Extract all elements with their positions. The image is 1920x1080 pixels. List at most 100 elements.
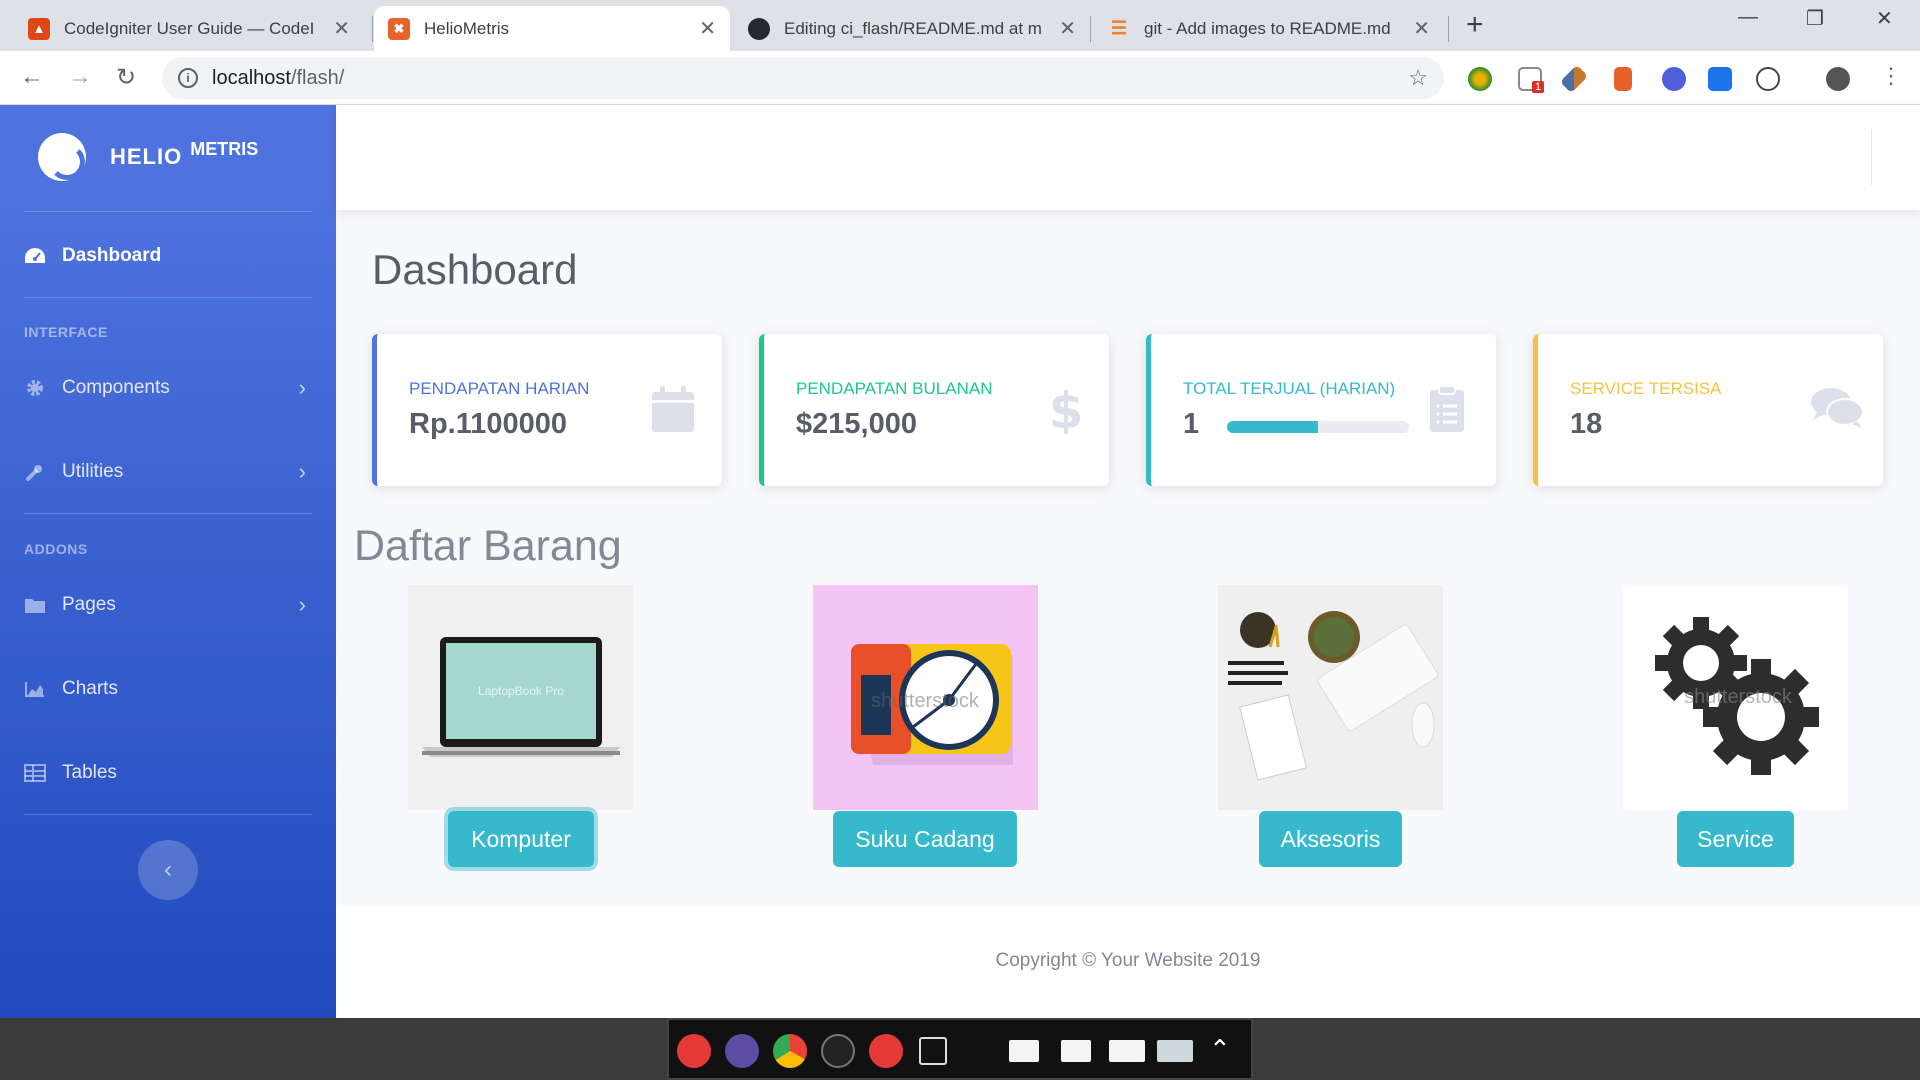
tab-title: git - Add images to README.md <box>1144 18 1391 38</box>
sidebar-divider <box>24 814 312 815</box>
tab-separator <box>1090 16 1091 42</box>
product-image-service: shutterstock <box>1623 585 1848 810</box>
stat-card-service-remaining: SERVICE TERSISA 18 <box>1533 334 1883 486</box>
brand-link[interactable]: HELIO METRIS <box>38 133 258 181</box>
sidebar-item-dashboard[interactable]: Dashboard <box>24 245 312 267</box>
back-arrow-icon[interactable]: ← <box>20 63 44 91</box>
sidebar-item-label: Dashboard <box>62 245 162 266</box>
browser-tab-strip: ▲ CodeIgniter User Guide — CodeI ✕ ✖ Hel… <box>0 0 1920 51</box>
tachometer-icon <box>24 246 46 266</box>
svg-text:shutterstock: shutterstock <box>871 690 980 712</box>
service-button[interactable]: Service <box>1677 811 1794 867</box>
desk-accessories-image <box>1228 611 1439 781</box>
restore-icon[interactable]: ❐ <box>1806 6 1824 31</box>
url-path: /flash/ <box>290 66 345 89</box>
sidebar-item-tables[interactable]: Tables <box>24 762 312 784</box>
extension-r-icon[interactable] <box>1662 67 1686 91</box>
steam-icon[interactable] <box>821 1034 855 1068</box>
wrench-icon <box>24 462 46 482</box>
extension-eyedropper-icon[interactable] <box>1559 64 1589 94</box>
extension-office-icon[interactable] <box>1614 67 1632 91</box>
kebab-menu-icon[interactable]: ⋮ <box>1880 63 1902 89</box>
sidebar-item-label: Pages <box>62 594 116 615</box>
svg-text:LaptopBook Pro: LaptopBook Pro <box>478 684 564 698</box>
sidebar-item-components[interactable]: Components › <box>24 375 312 400</box>
laptop-image: LaptopBook Pro <box>422 637 620 757</box>
card-value: $215,000 <box>796 408 917 440</box>
sidebar-item-charts[interactable]: Charts <box>24 678 312 700</box>
sidebar-item-label: Tables <box>62 762 117 783</box>
extension-code-icon[interactable] <box>1756 67 1780 91</box>
tab-title: HelioMetris <box>424 18 510 38</box>
file-explorer-icon[interactable] <box>725 1034 759 1068</box>
hard-disk-image: shutterstock <box>851 644 1013 765</box>
svg-text:$: $ <box>1049 384 1084 434</box>
chevron-up-icon[interactable]: ⌃ <box>1209 1034 1231 1065</box>
tray-xampp-icon[interactable] <box>1061 1040 1091 1062</box>
sidebar-item-utilities[interactable]: Utilities › <box>24 459 312 484</box>
copyright-text: Copyright © Your Website 2019 <box>995 950 1261 971</box>
product-image-suku-cadang: shutterstock <box>813 585 1038 810</box>
card-label: SERVICE TERSISA <box>1570 379 1722 398</box>
card-value: Rp.1100000 <box>409 408 568 440</box>
forward-arrow-icon[interactable]: → <box>68 63 92 91</box>
komputer-button[interactable]: Komputer <box>448 811 594 867</box>
profile-avatar[interactable] <box>1826 67 1850 91</box>
chrome-icon[interactable] <box>773 1034 807 1068</box>
stat-card-total-sold: TOTAL TERJUAL (HARIAN) 1 <box>1146 334 1496 486</box>
card-label: TOTAL TERJUAL (HARIAN) <box>1183 379 1396 398</box>
close-tab-icon[interactable]: ✕ <box>333 16 350 41</box>
start-windows-icon[interactable] <box>677 1034 711 1068</box>
chevron-right-icon: › <box>298 592 306 617</box>
calendar-icon <box>650 384 696 434</box>
aksesoris-button[interactable]: Aksesoris <box>1259 811 1402 867</box>
suku-cadang-button[interactable]: Suku Cadang <box>833 811 1017 867</box>
site-info-icon[interactable]: i <box>178 68 198 88</box>
browser-tab[interactable]: Editing ci_flash/README.md at m ✕ <box>734 6 1090 51</box>
browser-tab[interactable]: ▲ CodeIgniter User Guide — CodeI ✕ <box>14 6 364 51</box>
sidebar-item-label: Utilities <box>62 461 124 482</box>
stackoverflow-icon: ☰ <box>1110 18 1128 38</box>
sidebar-heading: INTERFACE <box>24 324 108 340</box>
smile-logo-icon <box>38 133 86 181</box>
chevron-left-icon: ‹ <box>164 856 172 883</box>
close-tab-icon[interactable]: ✕ <box>699 16 716 41</box>
new-tab-icon[interactable]: + <box>1466 8 1484 42</box>
section-title: Daftar Barang <box>354 522 622 570</box>
extension-s-icon[interactable] <box>1708 67 1732 91</box>
app-red-icon[interactable] <box>869 1034 903 1068</box>
tray-vscode-icon[interactable] <box>1109 1040 1145 1062</box>
window-close-icon[interactable]: ✕ <box>1876 6 1893 31</box>
reload-icon[interactable]: ↻ <box>116 63 136 92</box>
sidebar-toggle-button[interactable]: ‹ <box>138 840 198 900</box>
sidebar-heading: ADDONS <box>24 541 88 557</box>
minimize-icon[interactable]: — <box>1738 6 1758 29</box>
close-tab-icon[interactable]: ✕ <box>1413 16 1430 41</box>
product-image-aksesoris <box>1218 585 1443 810</box>
notes-icon[interactable] <box>919 1037 947 1065</box>
brand-name: HELIO <box>110 144 183 169</box>
stat-card-monthly-income: PENDAPATAN BULANAN $215,000 $ <box>759 334 1109 486</box>
bookmark-star-icon[interactable]: ☆ <box>1408 65 1428 91</box>
browser-tab-active[interactable]: ✖ HelioMetris ✕ <box>374 6 730 51</box>
tray-window-icon[interactable] <box>1009 1040 1039 1062</box>
tray-screen-icon[interactable] <box>1157 1040 1193 1062</box>
brand-sup: METRIS <box>190 138 259 159</box>
github-icon <box>748 17 770 40</box>
sidebar-item-label: Charts <box>62 678 118 699</box>
extension-globe-icon[interactable] <box>1468 67 1492 91</box>
sidebar-item-pages[interactable]: Pages › <box>24 592 312 617</box>
clipboard-icon <box>1424 384 1470 434</box>
svg-text:shutterstock: shutterstock <box>1684 686 1793 708</box>
taskbar-pinned-group: ⌃ <box>667 1018 1253 1080</box>
extension-shield-icon[interactable]: 1 <box>1518 67 1545 93</box>
footer: Copyright © Your Website 2019 <box>336 905 1920 1018</box>
topbar-divider <box>1871 129 1872 185</box>
extension-badge: 1 <box>1532 81 1545 93</box>
tab-separator <box>372 16 373 42</box>
close-tab-icon[interactable]: ✕ <box>1059 16 1076 41</box>
sidebar-divider <box>24 211 312 212</box>
browser-tab[interactable]: ☰ git - Add images to README.md ✕ <box>1094 6 1444 51</box>
card-value: 1 <box>1183 408 1200 440</box>
address-bar[interactable]: i localhost/flash/ ☆ <box>162 57 1444 99</box>
